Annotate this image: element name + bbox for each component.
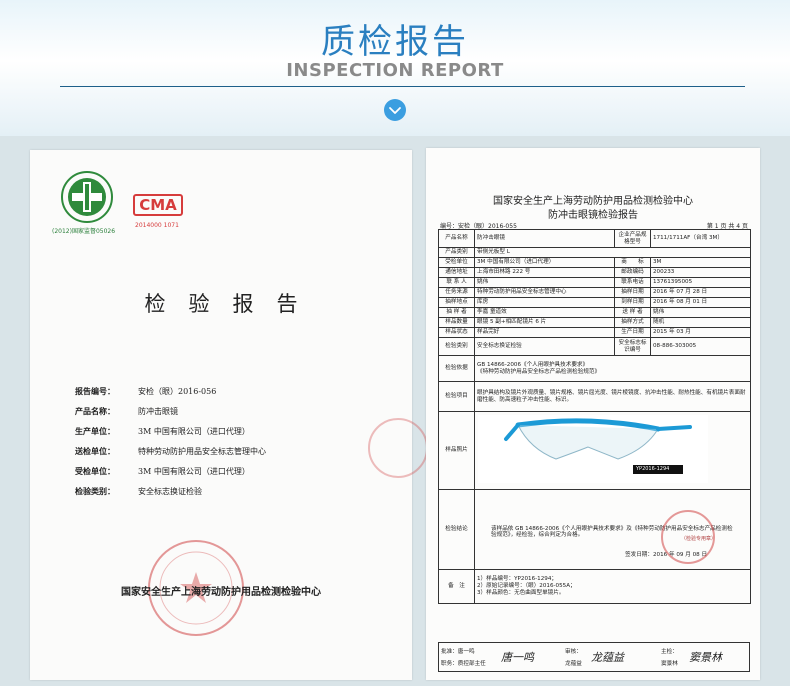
table-row: 样品照片 YP2016-1294 — [438, 411, 751, 490]
table-row: 通信地址 上海市田林路 222 号 邮政编码 200233 — [438, 267, 751, 278]
cover-title: 检验报告 — [144, 292, 321, 316]
approver-signature: 唐一鸣 — [501, 651, 534, 664]
table-row: 产品名称 防冲击眼镜 企业产品规格型号 1711/1711AF（台湾 3M） — [438, 229, 751, 248]
cma-caption: 2014000 1071 — [135, 222, 179, 229]
inspection-seal — [661, 509, 715, 564]
table-row: 检验类别 安全标志换证检验 安全标志标识编号 08-886-303005 — [438, 337, 751, 356]
table-row: 样品数量 眼镜 5 副+相匹配镜片 6 片 抽样方式 随机 — [438, 317, 751, 328]
inspector-signature: 窦景林 — [689, 651, 722, 664]
table-row: 备 注 1）样品编号：YP2016-1294； 2）原始记录编号：（眼）2016… — [438, 568, 751, 604]
cma-logo: CMA — [133, 194, 183, 216]
cover-row-category: 检验类别： 安全标志换证检验 — [75, 486, 202, 496]
page-title-cn: 质检报告 — [321, 22, 469, 62]
header-banner: 质检报告 INSPECTION REPORT — [0, 0, 790, 136]
reviewer-name: 龙蕴益 — [565, 661, 582, 667]
photo-label: YP2016-1294 — [636, 466, 670, 472]
report-cover-page: (2012)国家监督05026 CMA 2014000 1071 检验报告 报告… — [30, 150, 428, 680]
report-organization: 国家安全生产上海劳动防护用品检测检验中心 — [493, 196, 693, 207]
banner-divider — [60, 86, 745, 87]
chevron-down-icon — [389, 107, 401, 114]
table-row: 检验依据 GB 14866-2006《个人用眼护具技术要求》 《特种劳动防护用品… — [438, 355, 751, 382]
table-row: 产品类别 带侧光板型 L — [438, 247, 751, 258]
cover-row-submitter: 送检单位： 特种劳动防护用品安全标志管理中心 — [75, 446, 266, 456]
approver-title: 职务：质控部主任 — [441, 661, 486, 667]
quality-supervision-logo — [61, 171, 113, 223]
reviewer-signature: 龙蕴益 — [591, 651, 624, 664]
safety-glasses-image — [478, 415, 708, 483]
logo-caption: (2012)国家监督05026 — [52, 228, 116, 235]
table-row: 联 系 人姚伟 联系电话 13761395005 — [438, 277, 751, 288]
table-row: 抽 样 者李嘉 童道效 送 样 者姚伟 — [438, 307, 751, 318]
page-title-en: INSPECTION REPORT — [286, 60, 504, 81]
table-row: 抽样地点 库房 到样日期 2016 年 08 月 01 日 — [438, 297, 751, 308]
inspector-name: 窦景林 — [661, 661, 678, 667]
cover-row-producer: 生产单位： 3M 中国有限公司（进口代理） — [75, 426, 250, 436]
inspector-label: 主检： — [661, 649, 678, 655]
report-table: 产品名称 防冲击眼镜 企业产品规格型号 1711/1711AF（台湾 3M） 产品类… — [438, 229, 751, 604]
table-row: 样品状态 样品完好 生产日期 2015 年 03 月 — [438, 327, 751, 338]
table-row: 检验项目 眼护具结构及镜片外观质量、镜片规格、镜片屈光度、镜片棱镜度、抗冲击性能… — [438, 381, 751, 412]
cover-row-report-no: 报告编号： 安检（眼）2016-056 — [75, 386, 217, 396]
reviewer-label: 审核： — [565, 649, 582, 655]
sample-photo: YP2016-1294 — [478, 415, 747, 486]
inspection-report-page: 国家安全生产上海劳动防护用品检测检验中心 防冲击眼镜检验报告 编号：安检（眼）2… — [426, 148, 760, 680]
cover-organization: 国家安全生产上海劳动防护用品检测检验中心 — [121, 587, 321, 598]
table-row: 检验结论 该样品依 GB 14866-2006《个人用眼护具技术要求》及《特种劳… — [438, 488, 751, 570]
approver-label: 批准：唐一鸣 — [441, 649, 475, 655]
side-seal-stamp — [368, 418, 428, 478]
cover-row-inspected: 受检单位： 3M 中国有限公司（进口代理） — [75, 466, 250, 476]
scroll-down-button[interactable] — [384, 99, 406, 121]
table-row: 受检单位 3M 中国有限公司（进口代理） 商 标 3M — [438, 257, 751, 268]
table-row: 任务来源 特种劳动防护用品安全标志管理中心 抽样日期 2016 年 07 月 28 … — [438, 287, 751, 298]
cover-row-product: 产品名称： 防冲击眼镜 — [75, 406, 178, 416]
report-title: 防冲击眼镜检验报告 — [548, 210, 638, 221]
signature-block: 批准：唐一鸣 职务：质控部主任 唐一鸣 审核： 龙蕴益 龙蕴益 主检： 窦景林 … — [438, 642, 750, 672]
